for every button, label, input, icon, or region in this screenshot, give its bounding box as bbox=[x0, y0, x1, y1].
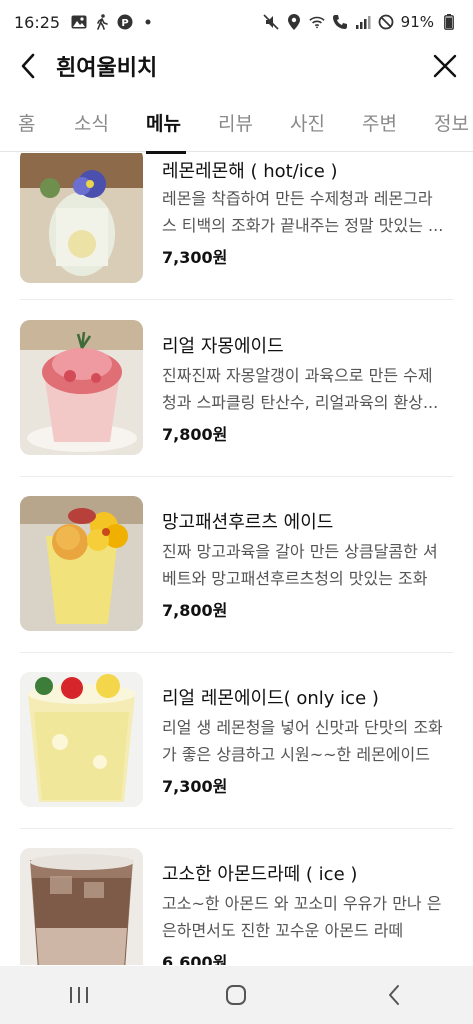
status-right: 91% bbox=[263, 13, 457, 31]
recent-apps-icon bbox=[69, 987, 88, 1003]
description-line: 가 좋은 상큼하고 시원~~한 레몬에이드 bbox=[162, 745, 430, 764]
menu-item-description: 고소~한 아몬드 와 꼬소미 우유가 만나 은 은하면서도 진한 꼬수운 아몬드… bbox=[162, 890, 454, 944]
description-line: 진짜 망고과육을 갈아 만든 상큼달콤한 셔 bbox=[162, 542, 438, 561]
walking-icon bbox=[94, 14, 110, 30]
tab-info[interactable]: 정보 bbox=[434, 96, 469, 151]
status-time: 16:25 bbox=[14, 12, 61, 32]
gallery-icon bbox=[71, 14, 87, 30]
description-line: 진짜진짜 자몽알갱이 과육으로 만든 수제 bbox=[162, 366, 433, 385]
dot-icon bbox=[140, 14, 156, 30]
back-button[interactable] bbox=[0, 44, 56, 88]
parking-icon: P bbox=[117, 14, 133, 30]
tab-photos[interactable]: 사진 bbox=[290, 96, 325, 151]
menu-item[interactable]: 리얼 레몬에이드( only ice ) 리얼 생 레몬청을 넣어 신맛과 단맛… bbox=[0, 652, 473, 828]
description-line: 베트와 망고패션후르츠청의 맛있는 조화 bbox=[162, 569, 428, 588]
tab-home[interactable]: 홈 bbox=[18, 96, 35, 151]
tab-reviews[interactable]: 리뷰 bbox=[218, 96, 253, 151]
call-icon bbox=[332, 14, 348, 30]
chevron-left-icon bbox=[21, 53, 35, 79]
battery-icon bbox=[441, 14, 457, 30]
location-icon bbox=[286, 14, 302, 30]
description-line: 고소~한 아몬드 와 꼬소미 우유가 만나 은 bbox=[162, 894, 442, 913]
app-header: 흰여울비치 bbox=[0, 44, 473, 88]
system-back-button[interactable] bbox=[364, 966, 424, 1024]
menu-item-photo bbox=[20, 496, 143, 631]
tab-news[interactable]: 소식 bbox=[74, 96, 109, 151]
menu-item-price: 7,300원 bbox=[162, 777, 228, 796]
tab-menu[interactable]: 메뉴 bbox=[146, 96, 181, 151]
tab-bar: 홈 소식 메뉴 리뷰 사진 주변 정보 bbox=[0, 96, 473, 152]
home-icon bbox=[226, 985, 247, 1005]
description-line: 스 티백의 조화가 끝내주는 정말 맛있는 ... bbox=[162, 216, 444, 235]
description-line: 청과 스파클링 탄산수, 리얼과육의 환상... bbox=[162, 393, 439, 412]
menu-item-photo bbox=[20, 153, 143, 283]
menu-item-photo bbox=[20, 320, 143, 455]
menu-item-description: 리얼 생 레몬청을 넣어 신맛과 단맛의 조화 가 좋은 상큼하고 시원~~한 … bbox=[162, 714, 454, 768]
tab-nearby[interactable]: 주변 bbox=[362, 96, 397, 151]
dnd-icon bbox=[378, 14, 394, 30]
menu-item-name: 고소한 아몬드라떼 ( ice ) bbox=[162, 864, 358, 885]
description-line: 레몬을 착즙하여 만든 수제청과 레몬그라 bbox=[162, 189, 433, 208]
home-button[interactable] bbox=[206, 966, 266, 1024]
battery-percent: 91% bbox=[400, 13, 434, 31]
menu-item-price: 6,600원 bbox=[162, 953, 228, 965]
menu-item-name: 리얼 자몽에이드 bbox=[162, 336, 284, 357]
menu-item-description: 진짜진짜 자몽알갱이 과육으로 만든 수제 청과 스파클링 탄산수, 리얼과육의… bbox=[162, 362, 454, 416]
recent-apps-button[interactable] bbox=[49, 966, 109, 1024]
menu-item-photo bbox=[20, 672, 143, 807]
menu-item[interactable]: 고소한 아몬드라떼 ( ice ) 고소~한 아몬드 와 꼬소미 우유가 만나 … bbox=[0, 828, 473, 965]
menu-item[interactable]: 망고패션후르츠 에이드 진짜 망고과육을 갈아 만든 상큼달콤한 셔 베트와 망… bbox=[0, 476, 473, 652]
description-line: 리얼 생 레몬청을 넣어 신맛과 단맛의 조화 bbox=[162, 718, 443, 737]
menu-item[interactable]: 레몬레몬해 ( hot/ice ) 레몬을 착즙하여 만든 수제청과 레몬그라 … bbox=[0, 153, 473, 299]
close-icon bbox=[433, 54, 457, 78]
menu-item-price: 7,800원 bbox=[162, 601, 228, 620]
menu-list[interactable]: 레몬레몬해 ( hot/ice ) 레몬을 착즙하여 만든 수제청과 레몬그라 … bbox=[0, 153, 473, 965]
menu-item[interactable]: 리얼 자몽에이드 진짜진짜 자몽알갱이 과육으로 만든 수제 청과 스파클링 탄… bbox=[0, 300, 473, 476]
system-nav-bar bbox=[0, 966, 473, 1024]
menu-item-price: 7,800원 bbox=[162, 425, 228, 444]
mute-icon bbox=[263, 14, 279, 30]
svg-text:P: P bbox=[121, 18, 128, 29]
menu-item-name: 망고패션후르츠 에이드 bbox=[162, 512, 334, 533]
page-title: 흰여울비치 bbox=[56, 56, 158, 81]
menu-item-name: 레몬레몬해 ( hot/ice ) bbox=[162, 161, 338, 182]
status-left: 16:25 P bbox=[14, 13, 156, 32]
menu-item-name: 리얼 레몬에이드( only ice ) bbox=[162, 688, 379, 709]
description-line: 은하면서도 진한 꼬수운 아몬드 라떼 bbox=[162, 921, 404, 940]
status-bar: 16:25 P 91% bbox=[0, 0, 473, 44]
signal-icon bbox=[355, 14, 371, 30]
wifi-icon bbox=[309, 14, 325, 30]
close-button[interactable] bbox=[417, 44, 473, 88]
menu-item-photo bbox=[20, 848, 143, 965]
menu-item-description: 진짜 망고과육을 갈아 만든 상큼달콤한 셔 베트와 망고패션후르츠청의 맛있는… bbox=[162, 538, 454, 592]
menu-item-description: 레몬을 착즙하여 만든 수제청과 레몬그라 스 티백의 조화가 끝내주는 정말 … bbox=[162, 185, 454, 239]
menu-item-price: 7,300원 bbox=[162, 248, 228, 267]
chevron-left-icon bbox=[389, 985, 400, 1005]
